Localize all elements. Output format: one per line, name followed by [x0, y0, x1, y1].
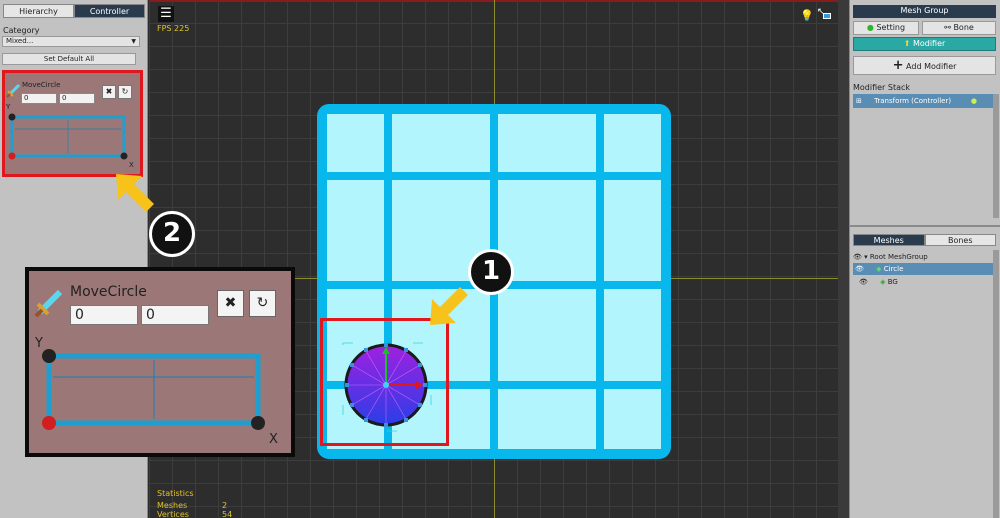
zoom-controller-pad[interactable]	[37, 346, 269, 431]
category-label: Category	[3, 26, 40, 35]
eye-icon[interactable]: 👁	[853, 253, 862, 261]
zoom-controller-name: MoveCircle	[70, 284, 147, 300]
setting-button[interactable]: ● Setting	[853, 21, 919, 35]
zoom-x-input[interactable]: 0	[70, 305, 138, 325]
tab-bones[interactable]: Bones	[924, 234, 996, 246]
right-panel: Mesh Group ● Setting ⚯ Bone ⬆ Modifier +…	[849, 0, 1000, 518]
board-cell	[604, 114, 661, 172]
reset-button[interactable]: ↻	[118, 85, 132, 99]
arrow-1-icon	[430, 287, 468, 325]
mesh-icon: ◈	[880, 278, 886, 286]
board-cell	[604, 180, 661, 281]
controller-zoom-callout: MoveCircle 0 0 ✖ ↻ Y X	[25, 267, 295, 457]
stats-vertices-value: 54	[222, 510, 233, 518]
tree-scrollbar[interactable]	[993, 250, 999, 518]
step-badge-2: 2	[149, 211, 195, 257]
left-tabbar: Hierarchy Controller	[3, 4, 145, 18]
fps-readout: FPS 225	[157, 24, 190, 33]
tab-meshes[interactable]: Meshes	[853, 234, 925, 246]
stats-title: Statistics	[157, 489, 194, 498]
tab-hierarchy[interactable]: Hierarchy	[3, 4, 74, 18]
modifier-stack-item[interactable]: ⊞ Transform (Controller) ●	[853, 94, 993, 108]
axis-y-label: Y	[6, 103, 11, 111]
controller-pad[interactable]	[7, 111, 135, 171]
board-cell	[327, 114, 384, 172]
zoom-reset-button[interactable]: ↻	[249, 290, 276, 317]
zoom-axis-x-label: X	[269, 432, 278, 447]
stats-meshes-value: 2	[222, 501, 228, 510]
clear-button[interactable]: ✖	[102, 85, 116, 99]
chevron-down-icon: ▼	[131, 38, 136, 45]
circle-highlight-frame	[320, 318, 449, 446]
mesh-icon: ◈	[876, 265, 882, 273]
controller-card: MoveCircle 0 0 ✖ ↻ Y X	[2, 70, 143, 177]
bone-button[interactable]: ⚯ Bone	[922, 21, 996, 35]
board-cell	[392, 114, 490, 172]
lightbulb-icon[interactable]: ●	[971, 94, 977, 108]
mesh-group-header: Mesh Group	[853, 5, 996, 18]
modifier-stack-scrollbar[interactable]	[993, 94, 999, 218]
tree-root-label: Root MeshGroup	[869, 253, 928, 261]
modifier-stack-label: Modifier Stack	[853, 83, 911, 92]
handle-top-left[interactable]	[8, 113, 16, 121]
controller-name: MoveCircle	[22, 81, 61, 89]
tree-item-label: Circle	[883, 265, 904, 273]
board-cell	[604, 289, 661, 381]
plus-icon: +	[892, 58, 904, 73]
add-modifier-label: Add Modifier	[906, 62, 957, 71]
tree-root-row[interactable]: 👁 ▾ Root MeshGroup	[853, 251, 993, 263]
stats-vertices-label: Vertices	[157, 510, 189, 518]
bone-icon: ⚯	[944, 23, 951, 32]
category-value: Mixed...	[6, 37, 34, 45]
viewport-scrollbar[interactable]	[838, 0, 849, 518]
board-cell	[327, 180, 384, 281]
handle-origin[interactable]	[8, 152, 16, 160]
zoom-axis-y-label: Y	[35, 336, 43, 351]
eye-icon[interactable]: 👁	[855, 265, 864, 273]
panel-divider	[850, 225, 1000, 227]
board-cell	[498, 114, 596, 172]
handle-origin[interactable]	[42, 416, 56, 430]
modifier-label: Modifier	[912, 39, 946, 48]
board-cell	[498, 389, 596, 449]
handle-bottom-right[interactable]	[251, 416, 265, 430]
transform-icon: ⊞	[856, 97, 862, 105]
board-cell	[498, 289, 596, 381]
tab-controller[interactable]: Controller	[74, 4, 145, 18]
handle-top-left[interactable]	[42, 349, 56, 363]
set-default-all-button[interactable]: Set Default All	[2, 53, 136, 65]
modifier-button[interactable]: ⬆ Modifier	[853, 37, 996, 51]
sword-icon	[6, 83, 21, 98]
setting-label: Setting	[876, 23, 906, 32]
handle-bottom-right[interactable]	[120, 152, 128, 160]
category-select[interactable]: Mixed... ▼	[2, 36, 140, 47]
stats-meshes-label: Meshes	[157, 501, 188, 510]
right-tabbar: Meshes Bones	[853, 234, 996, 246]
lightbulb-icon[interactable]: 💡	[800, 9, 814, 22]
zoom-y-input[interactable]: 0	[141, 305, 209, 325]
modifier-icon: ⬆	[903, 39, 911, 48]
modifier-item-label: Transform (Controller)	[874, 97, 952, 105]
axis-x-label: X	[129, 161, 134, 169]
board-cell	[604, 389, 661, 449]
whatsapp-style-icon: ●	[866, 23, 874, 32]
tree-item-label: BG	[887, 278, 898, 286]
add-modifier-button[interactable]: + Add Modifier	[853, 56, 996, 75]
tree-item-bg[interactable]: 👁 ◈ BG	[853, 276, 993, 288]
controller-x-input[interactable]: 0	[21, 93, 57, 104]
eye-icon[interactable]: 👁	[859, 278, 868, 286]
controller-y-input[interactable]: 0	[59, 93, 95, 104]
bone-label: Bone	[953, 23, 974, 32]
arrow-2-icon	[116, 174, 154, 212]
step-badge-1: 1	[468, 249, 514, 295]
sword-icon	[34, 289, 63, 318]
cursor-icon[interactable]: ↖	[817, 7, 831, 21]
menu-icon[interactable]: ☰	[158, 6, 174, 22]
tree-item-circle[interactable]: 👁 ◈ Circle	[853, 263, 993, 275]
zoom-clear-button[interactable]: ✖	[217, 290, 244, 317]
expand-arrow-icon[interactable]: ▾	[864, 253, 868, 261]
